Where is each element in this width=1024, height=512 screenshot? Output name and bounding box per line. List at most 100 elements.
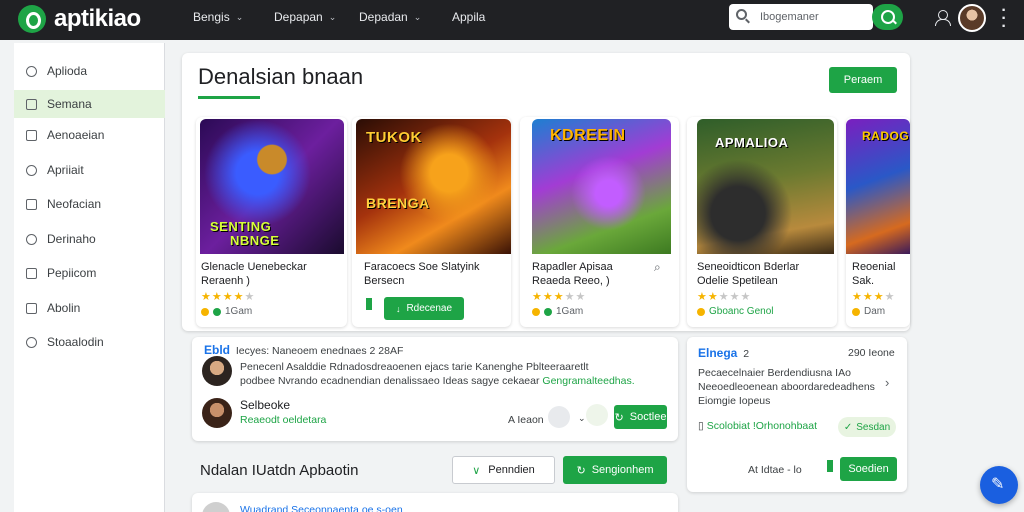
app-4-art-title: APMALIOA <box>715 135 789 150</box>
app-4-subtitle: Odelie Spetilean <box>697 275 778 287</box>
app-3-subtitle: Reaeda Reeo, ) <box>532 275 610 287</box>
side-card-tag[interactable]: ✓ Sesdan <box>838 417 896 437</box>
like-button[interactable] <box>548 406 570 428</box>
next-card-text: Wuadrand Seceonnaenta oe s-oen <box>240 504 403 512</box>
app-2-art-title: TUKOK <box>366 129 422 146</box>
edit-fab-button[interactable] <box>980 466 1018 504</box>
primary-button[interactable]: ↻ Sengionhem <box>563 456 667 484</box>
side-card-line: Neeoedleoenean aboordaredeadhens <box>698 381 875 393</box>
app-4-name: Seneoidticon Bderlar Odelie Spetilean <box>697 260 799 288</box>
nav-item-3[interactable]: Depadan ⌄ <box>359 10 421 24</box>
circle-icon <box>26 336 37 348</box>
chevron-right-icon[interactable]: › <box>885 375 889 390</box>
app-card-1[interactable]: SENTING NBNGE Glenacle Uenebeckar Reraenh… <box>196 117 347 327</box>
outline-button-label: Penndien <box>488 464 535 476</box>
user-icon[interactable] <box>935 10 951 26</box>
primary-button-label: Sengionhem <box>591 464 654 476</box>
app-3-title: Rapadler Apisaa <box>532 261 613 273</box>
discussion-line: podbee Nvrando ecadnendian denalissaeo I… <box>240 375 540 387</box>
side-card-body: Pecaecelnaier Berdendiusna IAo Neeoedleoe… <box>698 366 883 408</box>
side-card-title[interactable]: Elnega <box>698 346 737 360</box>
side-card-footer: ▯ Scolobiat !Orhonohbaat <box>698 420 817 432</box>
app-5-rating: ★★★★ <box>852 291 896 303</box>
search-icon[interactable]: ⌕ <box>654 260 661 275</box>
avatar[interactable] <box>202 398 232 428</box>
app-card-4[interactable]: APMALIOA Seneoidticon Bderlar Odelie Spet… <box>687 117 837 327</box>
circle-icon <box>26 233 37 245</box>
more-vertical-icon[interactable]: · · · <box>1001 3 1007 35</box>
small-arrow-icon: ↓ <box>395 303 401 314</box>
refresh-icon: ↻ <box>576 464 586 477</box>
coin-icon <box>201 307 209 316</box>
app-1-artwork: SENTING NBNGE <box>200 119 344 254</box>
sidebar-item-label: Aplioda <box>47 64 88 78</box>
app-1-art-title: SENTING <box>210 219 272 234</box>
chevron-down-icon: ⌄ <box>413 11 422 22</box>
sidebar-item-4[interactable]: Apriiait <box>14 156 165 184</box>
sidebar-item-1[interactable]: Aplioda <box>14 57 165 85</box>
side-card-date: 290 Ieone <box>848 347 895 359</box>
sidebar-item-7[interactable]: Pepiicom <box>14 259 165 287</box>
sidebar: Aplioda Semana Aenoaeian Apriiait Neofac… <box>14 43 165 512</box>
top-bar: aptikiao Bengis ⌄ Depapan ⌄ Depadan ⌄ Appil… <box>0 0 1024 40</box>
side-card-line: Pecaecelnaier Berdendiusna IAo <box>698 367 851 379</box>
app-3-size: 1Gam <box>556 306 584 317</box>
brand-logo-icon[interactable] <box>18 5 46 33</box>
app-1-subtitle: Reraenh ) <box>201 275 250 287</box>
app-5-art-title: RADOGEA <box>862 129 910 143</box>
discussion-meta: Iecyes: Naneoem enednaes 2 28AF <box>235 345 404 357</box>
nav-label: Depadan <box>359 10 408 24</box>
sidebar-item-2[interactable]: Semana <box>14 90 165 118</box>
square-icon <box>26 129 37 141</box>
reply-button[interactable]: ↻ Soctlee <box>614 405 667 429</box>
reply-icon[interactable]: ⌄ <box>578 413 586 424</box>
leaf-icon <box>544 307 552 316</box>
avatar[interactable] <box>202 356 232 386</box>
featured-action-button[interactable]: Peraem <box>829 67 897 93</box>
brand-name[interactable]: aptikiao <box>54 5 141 33</box>
app-card-5[interactable]: RADOGEA Reoenial Sak. ★★★★ Dam <box>846 117 910 327</box>
sidebar-item-6[interactable]: Derinaho <box>14 225 165 253</box>
sidebar-item-label: Apriiait <box>47 163 84 177</box>
sidebar-item-3[interactable]: Aenoaeian <box>14 121 165 149</box>
app-4-title: Seneoidticon Bderlar <box>697 261 800 273</box>
app-2-button-label: Rdecenae <box>406 303 453 314</box>
app-card-2[interactable]: TUKOK BRENGA Faracoecs Soe Slatyink Berse… <box>352 117 511 327</box>
side-card-header: Elnega 2 <box>698 346 749 360</box>
app-5-name: Reoenial Sak. <box>852 260 895 288</box>
app-1-title: Glenacle Uenebeckar <box>201 261 307 273</box>
discussion-link[interactable]: Gengramalteedhas. <box>542 375 634 387</box>
side-card-tag-label: Sesdan <box>856 421 891 433</box>
app-card-3[interactable]: KDREEIN Rapadler Apisaa Reaeda Reeo, ) ⌕ … <box>520 117 679 327</box>
nav-item-4[interactable]: Appila <box>452 10 485 24</box>
search-button[interactable] <box>872 4 903 30</box>
square-icon <box>26 302 37 314</box>
bottom-section-title: Ndalan IUatdn Apbaotin <box>200 462 359 479</box>
reply-user[interactable]: Selbeoke <box>240 398 290 412</box>
app-2-artwork: TUKOK BRENGA <box>356 119 511 254</box>
nav-label: Appila <box>452 10 486 24</box>
sidebar-item-label: Pepiicom <box>47 266 97 280</box>
coin-icon <box>852 307 860 316</box>
download-icon <box>827 460 833 472</box>
nav-item-1[interactable]: Bengis ⌄ <box>193 10 243 24</box>
sidebar-item-5[interactable]: Neofacian <box>14 190 165 218</box>
leaf-icon <box>213 307 221 316</box>
sidebar-item-9[interactable]: Stoaalodin <box>14 328 165 356</box>
app-1-size: 1Gam <box>225 306 253 317</box>
coin-icon <box>532 307 540 316</box>
avatar[interactable] <box>958 4 986 32</box>
discussion-user[interactable]: Ebld <box>204 343 230 357</box>
side-card-button[interactable]: Soedien <box>840 457 897 481</box>
app-2-subtitle: Bersecn <box>364 275 405 287</box>
app-2-install-button[interactable]: ↓ Rdecenae <box>384 297 464 320</box>
sidebar-item-8[interactable]: Abolin <box>14 294 165 322</box>
side-card-meta: At Idtae - lo <box>748 464 802 476</box>
check-icon[interactable] <box>586 404 608 426</box>
side-card-number: 2 <box>743 348 750 360</box>
app-1-rating: ★★★★★ <box>201 291 256 303</box>
reply-count: A Ieaon <box>508 414 544 426</box>
outline-button[interactable]: ∨ Penndien <box>452 456 555 484</box>
nav-item-2[interactable]: Depapan ⌄ <box>274 10 336 24</box>
app-1-name: Glenacle Uenebeckar Reraenh ) <box>201 260 307 288</box>
